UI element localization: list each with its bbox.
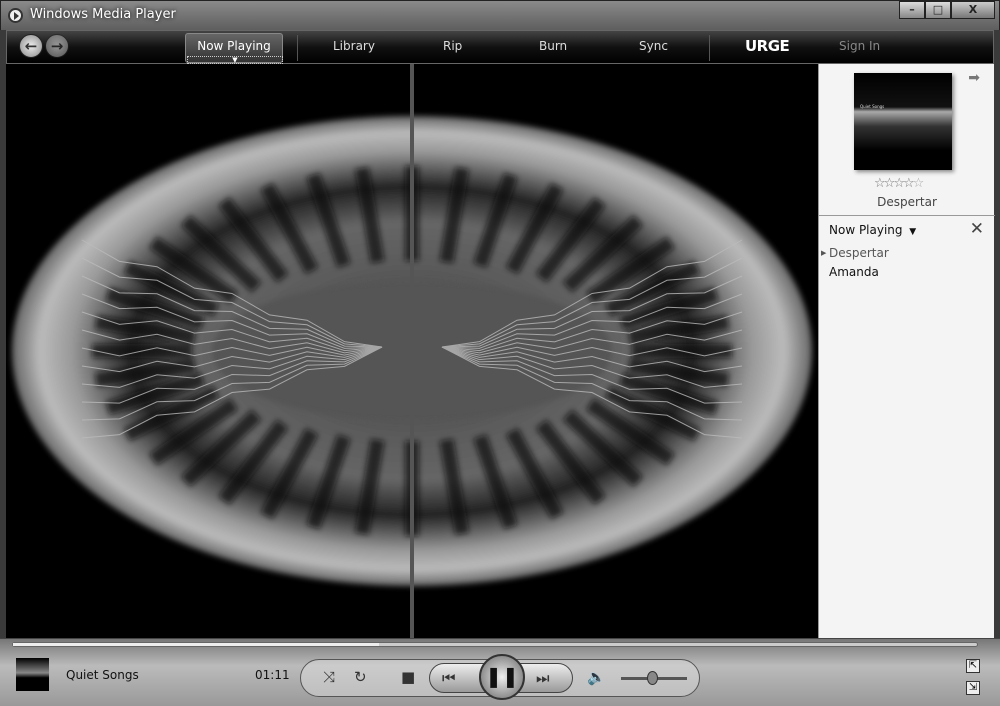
playlist-menu[interactable]: Now Playing ▼ [829, 223, 916, 237]
seek-progress [13, 643, 380, 646]
play-indicator-icon: ▶ [821, 249, 827, 257]
urge-store-logo[interactable]: URGE [745, 37, 790, 55]
volume-knob[interactable] [647, 671, 658, 685]
clear-list-icon[interactable]: ✕ [970, 219, 984, 239]
star-icon[interactable]: ☆ [884, 176, 896, 191]
back-button[interactable]: ← [19, 34, 43, 58]
album-name: Quiet Songs [66, 668, 139, 682]
close-button[interactable]: X [951, 1, 995, 19]
playlist-item-title: Despertar [829, 246, 889, 260]
star-icon[interactable]: ☆ [913, 176, 925, 191]
playlist-item-title: Amanda [829, 265, 879, 279]
playlist-item[interactable]: ▶ Despertar [821, 246, 889, 260]
visualization[interactable] [6, 64, 818, 638]
seek-bar[interactable] [12, 642, 978, 647]
divider [297, 35, 298, 61]
transport-controls: ⤨ ↻ ■ ⏮ ⏭ ❚❚ 🔈 [300, 654, 700, 700]
star-icon[interactable]: ☆ [874, 176, 886, 191]
media-player-icon [8, 8, 23, 23]
arrow-right-icon[interactable]: ➡ [968, 70, 980, 86]
now-playing-pane: Quiet Songs ➡ ☆☆☆☆☆ Despertar Now Playin… [818, 64, 995, 638]
window-title: Windows Media Player [30, 7, 176, 22]
next-icon[interactable]: ⏭ [536, 669, 550, 687]
tab-sync[interactable]: Sync [639, 39, 668, 53]
visualization-graphic [12, 64, 812, 638]
album-thumbnail[interactable] [16, 658, 49, 691]
playback-controls-bar: Quiet Songs 01:11 ⤨ ↻ ■ ⏮ ⏭ ❚❚ 🔈 ⇱ ⇲ [0, 638, 1000, 706]
tab-burn[interactable]: Burn [539, 39, 567, 53]
tab-rip[interactable]: Rip [443, 39, 462, 53]
album-art-text: Quiet Songs [860, 104, 885, 109]
shuffle-icon[interactable]: ⤨ [323, 668, 335, 686]
tab-label: Now Playing [197, 39, 271, 53]
album-art[interactable]: Quiet Songs [854, 73, 952, 170]
repeat-icon[interactable]: ↻ [354, 668, 367, 686]
maximize-button[interactable]: □ [925, 1, 951, 19]
star-icon[interactable]: ☆ [903, 176, 915, 191]
divider [819, 215, 995, 216]
current-song-title: Despertar [877, 195, 937, 209]
title-bar: Windows Media Player – □ X [0, 0, 1000, 30]
tab-library[interactable]: Library [333, 39, 375, 53]
playlist-item[interactable]: Amanda [829, 265, 879, 279]
star-icon[interactable]: ☆ [893, 176, 905, 191]
playlist-title: Now Playing [829, 223, 903, 237]
elapsed-time: 01:11 [255, 668, 290, 682]
forward-button[interactable]: → [45, 34, 69, 58]
switch-to-full-mode-icon[interactable]: ⇱ [966, 659, 980, 673]
pause-button[interactable]: ❚❚ [479, 654, 525, 700]
rating-stars[interactable]: ☆☆☆☆☆ [874, 176, 925, 191]
volume-icon[interactable]: 🔈 [587, 668, 606, 686]
minimize-button[interactable]: – [899, 1, 925, 19]
previous-icon[interactable]: ⏮ [442, 669, 456, 687]
chevron-down-icon[interactable]: ▼ [187, 56, 283, 64]
navigation-bar: ← → Now Playing ▼ Library Rip Burn Sync U… [6, 30, 994, 64]
sign-in-link[interactable]: Sign In [839, 39, 880, 53]
tab-now-playing[interactable]: Now Playing ▼ [185, 33, 283, 64]
divider [709, 35, 710, 61]
stop-icon[interactable]: ■ [401, 668, 415, 686]
chevron-down-icon: ▼ [906, 227, 917, 237]
switch-to-skin-mode-icon[interactable]: ⇲ [966, 681, 980, 695]
